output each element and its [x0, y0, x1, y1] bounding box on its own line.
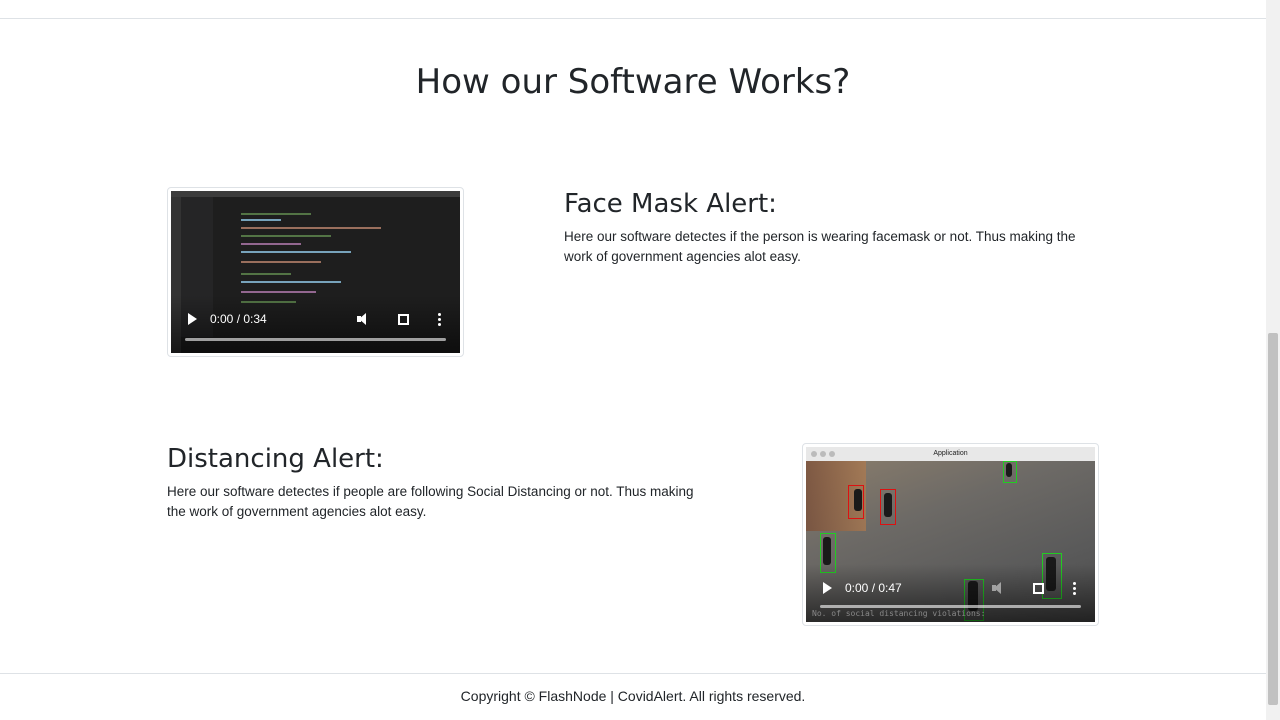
video-time: 0:00 / 0:47: [845, 581, 902, 595]
volume-icon[interactable]: [991, 581, 1005, 595]
face-mask-video-frame: 0:00 / 0:34: [167, 187, 464, 357]
footer-divider: [0, 673, 1266, 674]
violations-overlay: No. of social distancing violations:: [812, 609, 986, 618]
video-progress-bar[interactable]: [820, 605, 1081, 608]
page-scrollbar[interactable]: [1266, 0, 1280, 720]
footer-copyright: Copyright © FlashNode | CovidAlert. All …: [460, 688, 806, 704]
video-progress-bar[interactable]: [185, 338, 446, 341]
play-icon[interactable]: [188, 313, 197, 325]
face-mask-title: Face Mask Alert:: [564, 189, 777, 219]
distancing-description: Here our software detectes if people are…: [167, 484, 694, 519]
more-options-icon[interactable]: [438, 312, 442, 326]
app-window-title: Application: [806, 447, 1095, 461]
play-icon[interactable]: [823, 582, 832, 594]
fullscreen-icon[interactable]: [1033, 582, 1044, 594]
distancing-video-frame: Application 0:00 / 0:47 No. of social di…: [802, 443, 1099, 626]
scrollbar-thumb[interactable]: [1268, 333, 1278, 705]
volume-icon[interactable]: [356, 312, 370, 326]
face-mask-video[interactable]: 0:00 / 0:34: [171, 191, 460, 353]
fullscreen-icon[interactable]: [398, 313, 409, 325]
page-title: How our Software Works?: [415, 62, 851, 102]
distancing-video[interactable]: Application 0:00 / 0:47 No. of social di…: [806, 447, 1095, 622]
face-mask-description: Here our software detectes if the person…: [564, 229, 1076, 264]
distancing-title: Distancing Alert:: [167, 444, 384, 474]
video-time: 0:00 / 0:34: [210, 312, 267, 326]
more-options-icon[interactable]: [1073, 581, 1077, 595]
video-controls: 0:00 / 0:34: [171, 295, 460, 353]
header-divider: [0, 18, 1266, 19]
page: How our Software Works? 0:00 / 0:34 Face…: [0, 0, 1266, 720]
